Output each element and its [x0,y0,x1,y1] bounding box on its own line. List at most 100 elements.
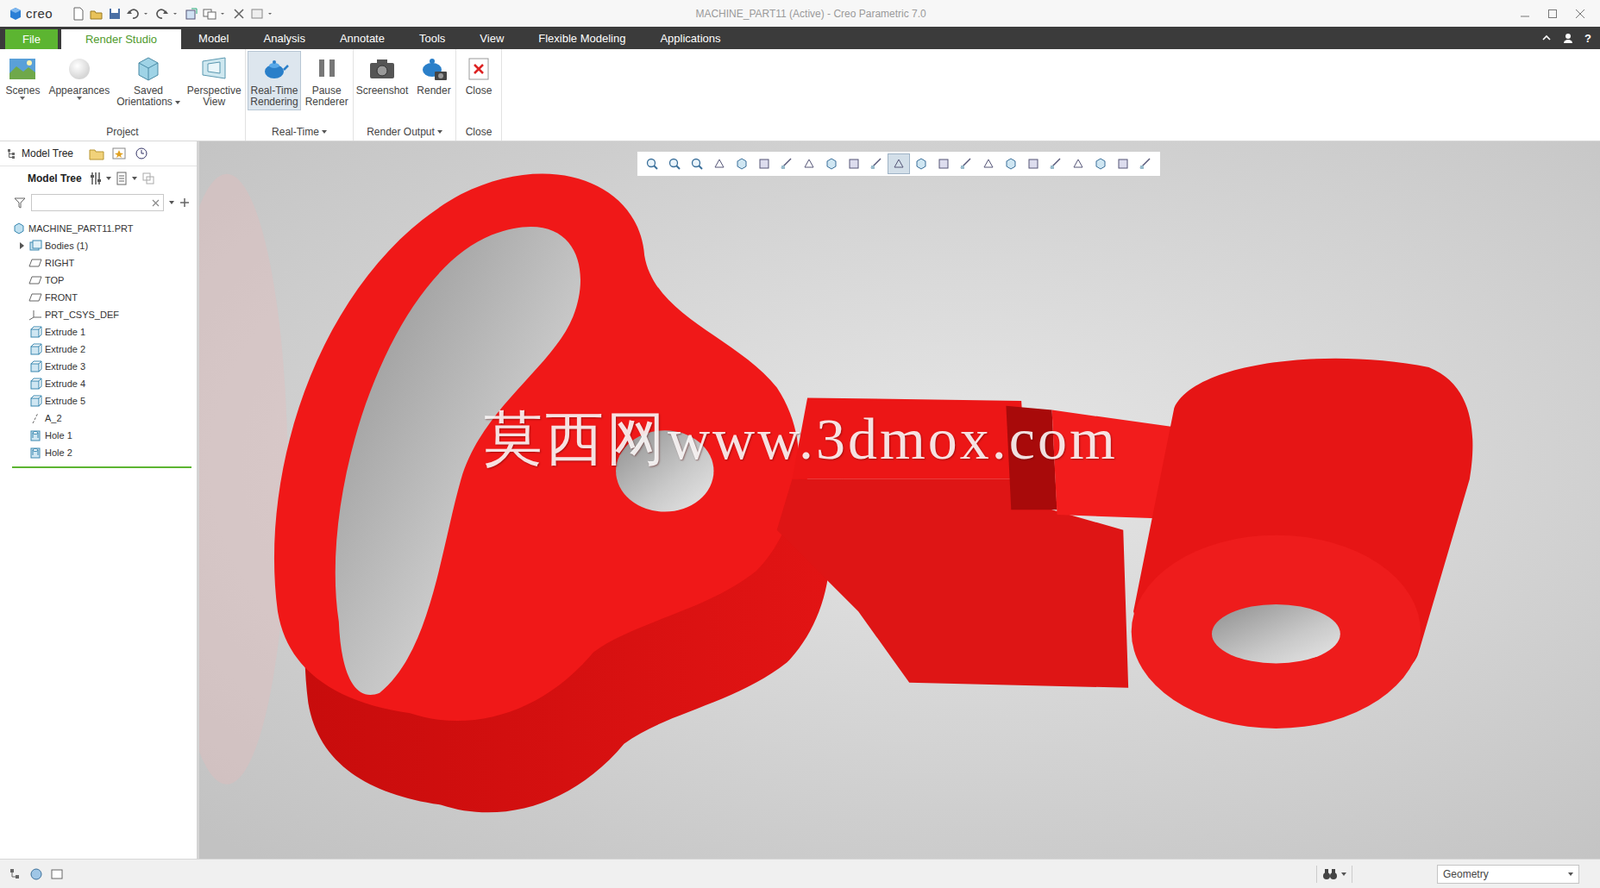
expand-toggle[interactable] [17,242,26,250]
find-button[interactable] [1316,865,1353,884]
view-tool-button[interactable] [1022,153,1045,175]
view-tool-button[interactable] [865,153,888,175]
tree-item[interactable]: Extrude 2 [0,340,197,358]
tree-item[interactable]: PRT_CSYS_DEF [0,306,197,324]
caret-icon[interactable] [144,6,151,21]
regen-icon[interactable] [184,6,199,21]
dropdown-caret[interactable] [1568,872,1574,877]
clear-icon[interactable] [151,199,160,208]
search-field[interactable] [31,194,164,212]
view-tool-button[interactable] [663,153,686,175]
ribbon-button[interactable]: Appearances [45,50,113,100]
view-tool-button[interactable] [1134,153,1157,175]
rendered-part[interactable] [199,141,1600,860]
filter-icon[interactable] [13,196,26,209]
closewin-icon[interactable] [232,6,246,21]
close-window-icon[interactable] [1574,7,1587,20]
tree-item[interactable]: Extrude 1 [0,323,197,341]
view-tool-button[interactable] [842,153,866,175]
model-tree-tab[interactable]: Model Tree [6,147,82,160]
ribbon-tab[interactable]: Tools [401,26,463,50]
dropdown-caret[interactable] [76,96,82,101]
dropdown-caret[interactable] [19,96,26,101]
view-tool-button[interactable] [730,153,753,175]
user-icon[interactable] [1562,31,1575,44]
search-dropdown-caret[interactable] [169,200,175,205]
ribbon-button[interactable]: Scenes [0,50,44,100]
history-icon[interactable] [133,146,150,161]
view-tool-button[interactable] [1111,153,1135,175]
view-tool-button[interactable] [640,153,664,175]
ribbon-tab[interactable]: Render Studio [61,29,182,50]
navigator-toggle-icon[interactable] [8,867,23,882]
favorites-icon[interactable] [111,146,127,161]
save-icon[interactable] [107,6,122,21]
ribbon-tab[interactable]: File [5,29,58,50]
view-tool-button[interactable] [1066,153,1090,175]
view-tool-button[interactable] [797,153,821,175]
tree-item[interactable]: RIGHT [0,254,197,272]
caret-icon[interactable] [268,6,276,21]
view-tool-button[interactable] [932,153,955,175]
group-dropdown-caret[interactable] [437,130,443,134]
tree-item[interactable]: Bodies (1) [0,237,197,255]
ribbon-button[interactable]: Render [412,50,456,100]
tree-item[interactable]: Hole 2 [0,444,197,462]
view-tool-button[interactable] [775,153,798,175]
undo-icon[interactable] [125,6,140,21]
maximize-icon[interactable] [1546,7,1559,20]
ribbon-button[interactable]: Close [457,50,501,100]
view-tool-button[interactable] [820,153,843,175]
ribbon-button[interactable]: PerspectiveView [184,50,245,111]
help-button[interactable]: ? [1584,31,1592,45]
view-tool-button[interactable] [752,153,776,175]
tree-item[interactable]: Extrude 5 [0,392,197,410]
insert-here-indicator[interactable] [12,466,192,469]
ribbon-tab[interactable]: Applications [642,26,738,50]
windows-icon[interactable] [202,6,217,21]
view-tool-button[interactable] [1044,153,1067,175]
tree-item[interactable]: Extrude 4 [0,375,197,393]
view-tool-button[interactable] [887,153,910,175]
group-dropdown-caret[interactable] [321,130,327,134]
view-tool-button[interactable] [909,153,933,175]
new-icon[interactable] [71,6,86,21]
dropdown-caret[interactable] [1341,872,1347,877]
tree-item[interactable]: Extrude 3 [0,357,197,376]
minimize-ribbon-icon[interactable] [1541,32,1552,44]
dropdown-caret[interactable] [106,176,112,181]
ribbon-button[interactable]: SavedOrientations [113,50,183,111]
view-tool-button[interactable] [1089,153,1112,175]
view-tool-button[interactable] [977,153,1000,175]
ribbon-tab[interactable]: View [462,26,521,50]
tree-item[interactable]: TOP [0,271,197,289]
ribbon-tab[interactable]: Annotate [322,26,402,50]
dropdown-caret[interactable] [131,176,138,181]
tree-item[interactable]: A_2 [0,409,197,427]
view-tool-button[interactable] [999,153,1023,175]
add-icon[interactable] [179,197,190,208]
view-tool-button[interactable] [708,153,731,175]
tree-item[interactable]: Hole 1 [0,426,197,445]
ribbon-button[interactable]: Screenshot [353,50,411,100]
browser-toggle-icon[interactable] [29,867,44,882]
ribbon-button[interactable]: Real-TimeRendering [247,50,301,111]
show-icon[interactable] [115,171,128,186]
expand-icon[interactable] [18,242,26,250]
misc-icon[interactable] [250,6,264,21]
ribbon-tab[interactable]: Analysis [246,26,323,50]
folder-browser-icon[interactable] [88,146,105,161]
tree-item[interactable]: MACHINE_PART11.PRT [0,219,197,238]
graphics-window[interactable]: 莫西网www.3dmox.com [199,141,1600,860]
ribbon-tab[interactable]: Flexible Modeling [520,26,643,50]
caret-icon[interactable] [173,6,181,21]
open-icon[interactable] [89,6,104,21]
redo-icon[interactable] [155,6,170,21]
ribbon-button[interactable]: PauseRenderer [302,50,352,111]
tree-item[interactable]: FRONT [0,288,197,307]
dropdown-caret[interactable] [175,100,181,105]
selection-filter[interactable]: Geometry [1436,865,1580,885]
caret-icon[interactable] [220,6,228,21]
view-tool-button[interactable] [954,153,978,175]
minimize-icon[interactable] [1518,7,1531,20]
